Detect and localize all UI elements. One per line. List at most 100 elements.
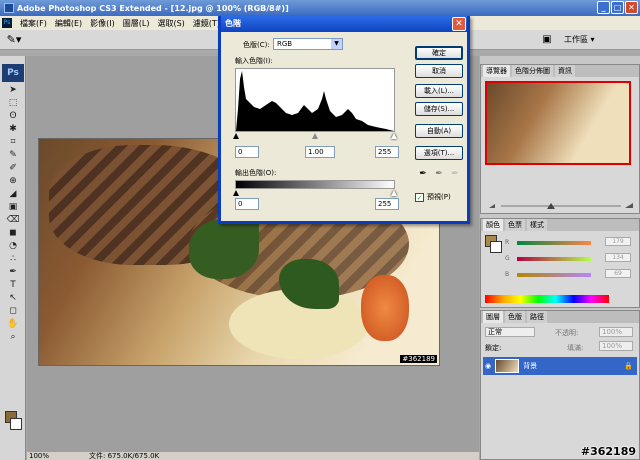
gray-eyedropper-icon[interactable]: ✒ [433,168,445,180]
hand-tool-icon[interactable]: ✋ [3,318,23,330]
menu-image[interactable]: 影像(I) [90,18,115,29]
dialog-close-button[interactable]: ✕ [452,17,466,31]
blur-tool-icon[interactable]: ◼ [3,227,23,239]
watermark: #362189 [580,445,636,458]
color-spectrum-bar[interactable] [485,295,609,303]
brush-tool-icon[interactable]: ✐ [3,162,23,174]
minimize-button[interactable]: _ [597,1,610,14]
cancel-button[interactable]: 取消 [415,64,463,78]
black-eyedropper-icon[interactable]: ✒ [417,168,429,180]
blue-slider[interactable] [517,273,591,277]
background-color-swatch[interactable] [10,418,22,430]
tab-paths[interactable]: 路徑 [527,311,547,323]
blend-mode-select[interactable]: 正常 [485,327,535,337]
ps-menu-icon[interactable]: Ps [2,18,12,28]
crop-tool-icon[interactable]: ⌗ [3,136,23,148]
opacity-input[interactable]: 100% [599,327,633,337]
right-panel-dock: 導覽器 色階分佈圖 資訊 顏色 色票 樣式 R 179 G 134 B 69 圖… [480,56,640,460]
color-panel-background-swatch[interactable] [490,241,502,253]
image-stamp: #362189 [400,355,437,363]
menu-select[interactable]: 選取(S) [157,18,184,29]
channel-label: 色版(C): [243,41,270,49]
menu-filter[interactable]: 濾鏡(T) [193,18,220,29]
auto-button[interactable]: 自動(A) [415,124,463,138]
navigator-zoom-slider[interactable] [487,201,635,209]
move-tool-icon[interactable]: ➤ [3,84,23,96]
herb-leaf-image-part [189,219,259,279]
eraser-tool-icon[interactable]: ▣ [3,201,23,213]
load-button[interactable]: 載入(L)... [415,84,463,98]
output-black-field[interactable]: 0 [235,198,259,210]
input-levels-label: 輸入色階(I): [235,57,273,65]
tab-channels[interactable]: 色版 [505,311,525,323]
channel-select-value: RGB [277,40,293,48]
blue-value[interactable]: 69 [605,269,631,278]
tab-swatches[interactable]: 色票 [505,219,525,231]
gradient-tool-icon[interactable]: ⌫ [3,214,23,226]
fill-label: 填滿: [567,344,584,352]
color-panel-tabs: 顏色 色票 樣式 [481,219,639,231]
clone-stamp-tool-icon[interactable]: ⊕ [3,175,23,187]
tab-color[interactable]: 顏色 [483,219,503,231]
workspace-menu[interactable]: 工作區 ▾ [560,33,599,47]
red-value[interactable]: 179 [605,237,631,246]
green-channel-label: G [505,255,510,262]
pen-tool-icon[interactable]: ✒ [3,266,23,278]
input-white-field[interactable]: 255 [375,146,399,158]
bridge-icon[interactable]: ▣ [540,33,554,47]
red-slider[interactable] [517,241,591,245]
preview-checkbox[interactable]: ✓ [415,192,424,202]
layer-visibility-eye-icon[interactable]: ◉ [485,362,491,370]
direct-selection-tool-icon[interactable]: ↖ [3,292,23,304]
file-size-info: 文件: 675.0K/675.0K [89,452,160,460]
output-white-slider[interactable] [391,190,397,196]
input-black-slider[interactable] [233,133,239,139]
input-black-field[interactable]: 0 [235,146,259,158]
ok-button[interactable]: 確定 [415,46,463,60]
save-button[interactable]: 儲存(S)... [415,102,463,116]
output-black-slider[interactable] [233,190,239,196]
fill-input[interactable]: 100% [599,341,633,351]
preview-checkbox-row[interactable]: ✓ 預視(P) [415,192,451,202]
menu-file[interactable]: 檔案(F) [20,18,47,29]
tab-styles[interactable]: 樣式 [527,219,547,231]
navigator-panel-tabs: 導覽器 色階分佈圖 資訊 [481,65,639,77]
output-white-field[interactable]: 255 [375,198,399,210]
close-window-button[interactable]: ✕ [625,1,638,14]
layer-row-background[interactable]: ◉ 背景 🔒 [483,357,637,375]
eyedropper-tool-preset-icon[interactable]: ✎▾ [6,33,22,47]
tab-histogram[interactable]: 色階分佈圖 [512,65,553,77]
type-tool-icon[interactable]: T [3,279,23,291]
restore-button[interactable]: □ [611,1,624,14]
shape-tool-icon[interactable]: ◻ [3,305,23,317]
magic-wand-tool-icon[interactable]: ✱ [3,123,23,135]
status-bar: 100% 文件: 675.0K/675.0K [27,452,479,460]
layer-thumbnail [495,359,520,373]
tab-layers[interactable]: 圖層 [483,311,503,323]
navigator-thumbnail[interactable] [485,81,631,165]
zoom-tool-icon[interactable]: ⌕ [3,331,23,343]
options-button[interactable]: 選項(T)... [415,146,463,160]
path-selection-tool-icon[interactable]: ∴ [3,253,23,265]
tab-navigator[interactable]: 導覽器 [483,65,510,77]
input-gamma-slider[interactable] [312,133,318,139]
tab-info[interactable]: 資訊 [555,65,575,77]
ps-logo: Ps [2,64,24,82]
slice-tool-icon[interactable]: ✎ [3,149,23,161]
menu-edit[interactable]: 編輯(E) [55,18,82,29]
lasso-tool-icon[interactable]: ʘ [3,110,23,122]
zoom-level[interactable]: 100% [29,452,49,460]
marquee-tool-icon[interactable]: ⬚ [3,97,23,109]
dodge-tool-icon[interactable]: ◔ [3,240,23,252]
input-white-slider[interactable] [391,133,397,139]
input-gamma-field[interactable]: 1.00 [305,146,335,158]
menu-layer[interactable]: 圖層(L) [123,18,150,29]
history-brush-tool-icon[interactable]: ◢ [3,188,23,200]
color-panel: 顏色 色票 樣式 R 179 G 134 B 69 [480,218,640,308]
opacity-label: 不透明: [555,329,579,337]
lock-label: 鎖定: [485,344,502,352]
channel-select[interactable]: RGB ▼ [273,38,343,50]
green-slider[interactable] [517,257,591,261]
white-eyedropper-icon[interactable]: ✒ [449,168,461,180]
green-value[interactable]: 134 [605,253,631,262]
